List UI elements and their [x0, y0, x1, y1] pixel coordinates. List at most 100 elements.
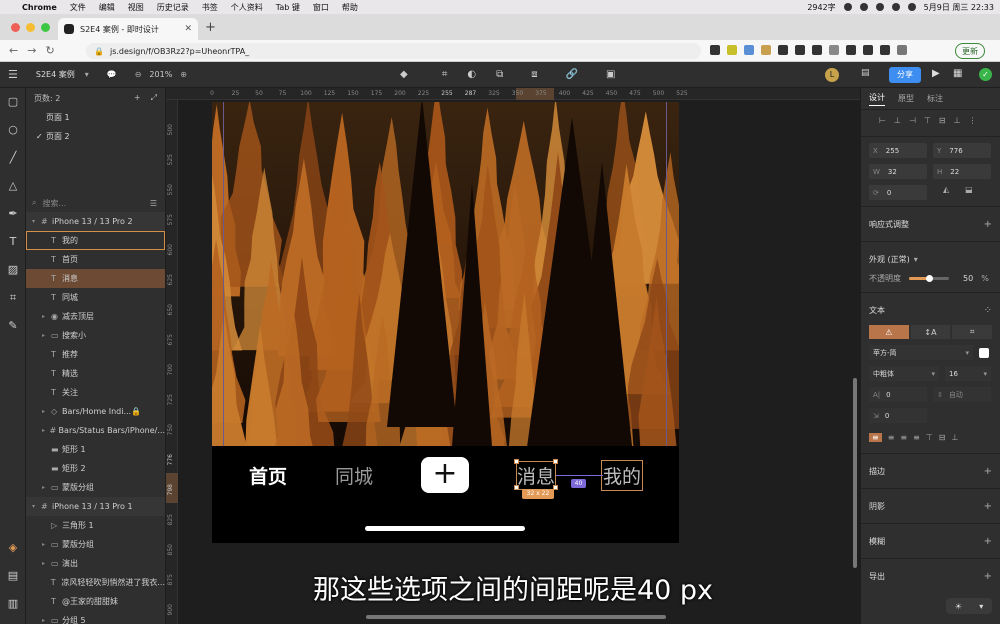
layer-item[interactable]: T 消息	[26, 269, 165, 288]
add-icon[interactable]: +	[984, 571, 992, 582]
layer-frame[interactable]: ▾ # iPhone 13 / 13 Pro 2	[26, 212, 165, 231]
layer-item[interactable]: T 关注	[26, 383, 165, 402]
profile-icon[interactable]	[897, 45, 907, 55]
menu-help[interactable]: 帮助	[342, 2, 358, 13]
layer-item[interactable]: ▬ 矩形 1	[26, 440, 165, 459]
expand-arrow-icon[interactable]: ▸	[42, 332, 51, 339]
auto-width-icon[interactable]: ⚠	[869, 325, 909, 339]
horizontal-scrollbar[interactable]	[366, 615, 666, 619]
grid-icon[interactable]: ▣	[606, 69, 615, 80]
fixed-size-icon[interactable]: ⌗	[952, 325, 993, 339]
text-options-icon[interactable]: ⁘	[984, 305, 992, 316]
menu-bookmarks[interactable]: 书签	[202, 2, 218, 13]
vertical-scrollbar[interactable]	[853, 378, 857, 568]
back-icon[interactable]: ←	[9, 44, 18, 57]
text-align-left-icon[interactable]: ≡	[869, 432, 882, 442]
minimize-window-button[interactable]	[26, 23, 35, 32]
ellipse-tool-icon[interactable]: ○	[0, 116, 26, 144]
nav-city-label[interactable]: 同城	[335, 462, 373, 489]
datetime[interactable]: 5月9日 周三 22:33	[924, 2, 994, 13]
lock-icon[interactable]: 🔒	[131, 407, 141, 416]
assets-icon[interactable]: ▤	[0, 562, 26, 590]
union-icon[interactable]: ⧈	[531, 69, 537, 80]
browser-tab-active[interactable]: S2E4 案例 - 即时设计 ✕	[58, 18, 198, 40]
extension-icon[interactable]	[829, 45, 839, 55]
layer-item[interactable]: ▸ ◇ Bars/Home Indi... 🔒	[26, 402, 165, 421]
new-tab-button[interactable]: +	[205, 20, 216, 35]
resize-handle[interactable]	[553, 459, 558, 464]
text-align-right-icon[interactable]: ≡	[900, 433, 907, 442]
expand-arrow-icon[interactable]: ▸	[42, 617, 51, 624]
distribute-icon[interactable]: ⋮	[969, 116, 977, 125]
layers-icon[interactable]: ◈	[0, 534, 26, 562]
layer-item[interactable]: ▸ # Bars/Status Bars/iPhone/...	[26, 421, 165, 440]
expand-arrow-icon[interactable]: ▸	[42, 427, 49, 434]
layer-item[interactable]: ▸ ▭ 演出	[26, 554, 165, 573]
layer-item[interactable]: T 同城	[26, 288, 165, 307]
extension-icon[interactable]	[727, 45, 737, 55]
menu-history[interactable]: 历史记录	[157, 2, 189, 13]
text-color-swatch[interactable]	[979, 347, 989, 358]
layer-search[interactable]: ⌕ 搜索... ☰	[26, 194, 165, 212]
add-post-button[interactable]: +	[421, 457, 469, 493]
layer-item[interactable]: ▷ 三角形 1	[26, 516, 165, 535]
align-right-icon[interactable]: ⊣	[909, 116, 916, 125]
expand-arrow-icon[interactable]: ▸	[42, 560, 51, 567]
filter-icon[interactable]: ☰	[150, 199, 157, 208]
align-hcenter-icon[interactable]: ⊥	[894, 116, 901, 125]
add-icon[interactable]: +	[984, 219, 992, 230]
brush-tool-icon[interactable]: ✎	[0, 312, 26, 340]
layer-item[interactable]: T @王家的甜甜妹	[26, 592, 165, 611]
control-center-icon[interactable]	[907, 3, 916, 11]
nav-home-label[interactable]: 首页	[249, 462, 287, 489]
puzzle-icon[interactable]	[880, 45, 890, 55]
library-icon[interactable]: ▤	[861, 68, 870, 78]
add-page-icon[interactable]: +	[134, 93, 141, 103]
close-tab-icon[interactable]: ✕	[184, 24, 192, 34]
saved-check-icon[interactable]: ✓	[979, 68, 992, 81]
expand-arrow-icon[interactable]: ▸	[42, 484, 51, 491]
forward-icon[interactable]: →	[27, 44, 36, 57]
link-icon[interactable]: 🔗	[566, 69, 578, 80]
zoom-level[interactable]: 201%	[149, 70, 172, 79]
triangle-tool-icon[interactable]: △	[0, 172, 26, 200]
text-valign-middle-icon[interactable]: ⊟	[939, 433, 946, 442]
menu-edit[interactable]: 编辑	[99, 2, 115, 13]
blur-section[interactable]: 模糊 +	[869, 530, 992, 552]
artboard-iphone[interactable]: 首页 同城 + 消息 我的 40 32 x 22	[212, 102, 679, 543]
text-align-justify-icon[interactable]: ≡	[913, 433, 920, 442]
paragraph-spacing-field[interactable]: ⇲ 0	[869, 408, 927, 423]
layer-item[interactable]: ▸ ▭ 搜索小	[26, 326, 165, 345]
y-field[interactable]: Y 776	[933, 143, 991, 158]
wechat-icon[interactable]	[859, 3, 868, 11]
update-button[interactable]: 更新	[955, 43, 985, 59]
layer-item[interactable]: ▸ ▭ 蒙版分组	[26, 478, 165, 497]
h-field[interactable]: H 22	[933, 164, 991, 179]
mask-icon[interactable]: ◐	[467, 69, 476, 80]
component-icon[interactable]: ◆	[400, 69, 408, 80]
add-icon[interactable]: +	[984, 501, 992, 512]
layer-item[interactable]: T 推荐	[26, 345, 165, 364]
opacity-slider[interactable]	[909, 274, 949, 282]
layer-item[interactable]: T 我的	[26, 231, 165, 250]
image-tool-icon[interactable]: ▨	[0, 256, 26, 284]
menu-file[interactable]: 文件	[70, 2, 86, 13]
search-input[interactable]: 搜索...	[42, 198, 66, 209]
chevron-down-icon[interactable]: ▾	[85, 70, 89, 79]
expand-arrow-icon[interactable]: ▸	[42, 313, 51, 320]
frame-tool-icon[interactable]: ⌗	[0, 284, 26, 312]
expand-arrow-icon[interactable]: ▸	[42, 541, 51, 548]
extension-icon[interactable]	[812, 45, 822, 55]
align-top-icon[interactable]: ⊤	[924, 116, 931, 125]
comment-icon[interactable]: 💬	[107, 70, 117, 79]
shadow-section[interactable]: 阴影 +	[869, 495, 992, 517]
menu-tab[interactable]: Tab 键	[276, 2, 300, 13]
layer-frame[interactable]: ▾ # iPhone 13 / 13 Pro 1	[26, 497, 165, 516]
auto-height-icon[interactable]: ↕A	[910, 325, 951, 339]
extension-icon[interactable]	[863, 45, 873, 55]
extension-icon[interactable]	[846, 45, 856, 55]
expand-arrow-icon[interactable]: ▾	[32, 218, 41, 225]
menu-chrome[interactable]: Chrome	[22, 3, 57, 12]
hamburger-menu-icon[interactable]: ☰	[8, 68, 18, 81]
plugin-icon[interactable]: ▥	[0, 590, 26, 618]
